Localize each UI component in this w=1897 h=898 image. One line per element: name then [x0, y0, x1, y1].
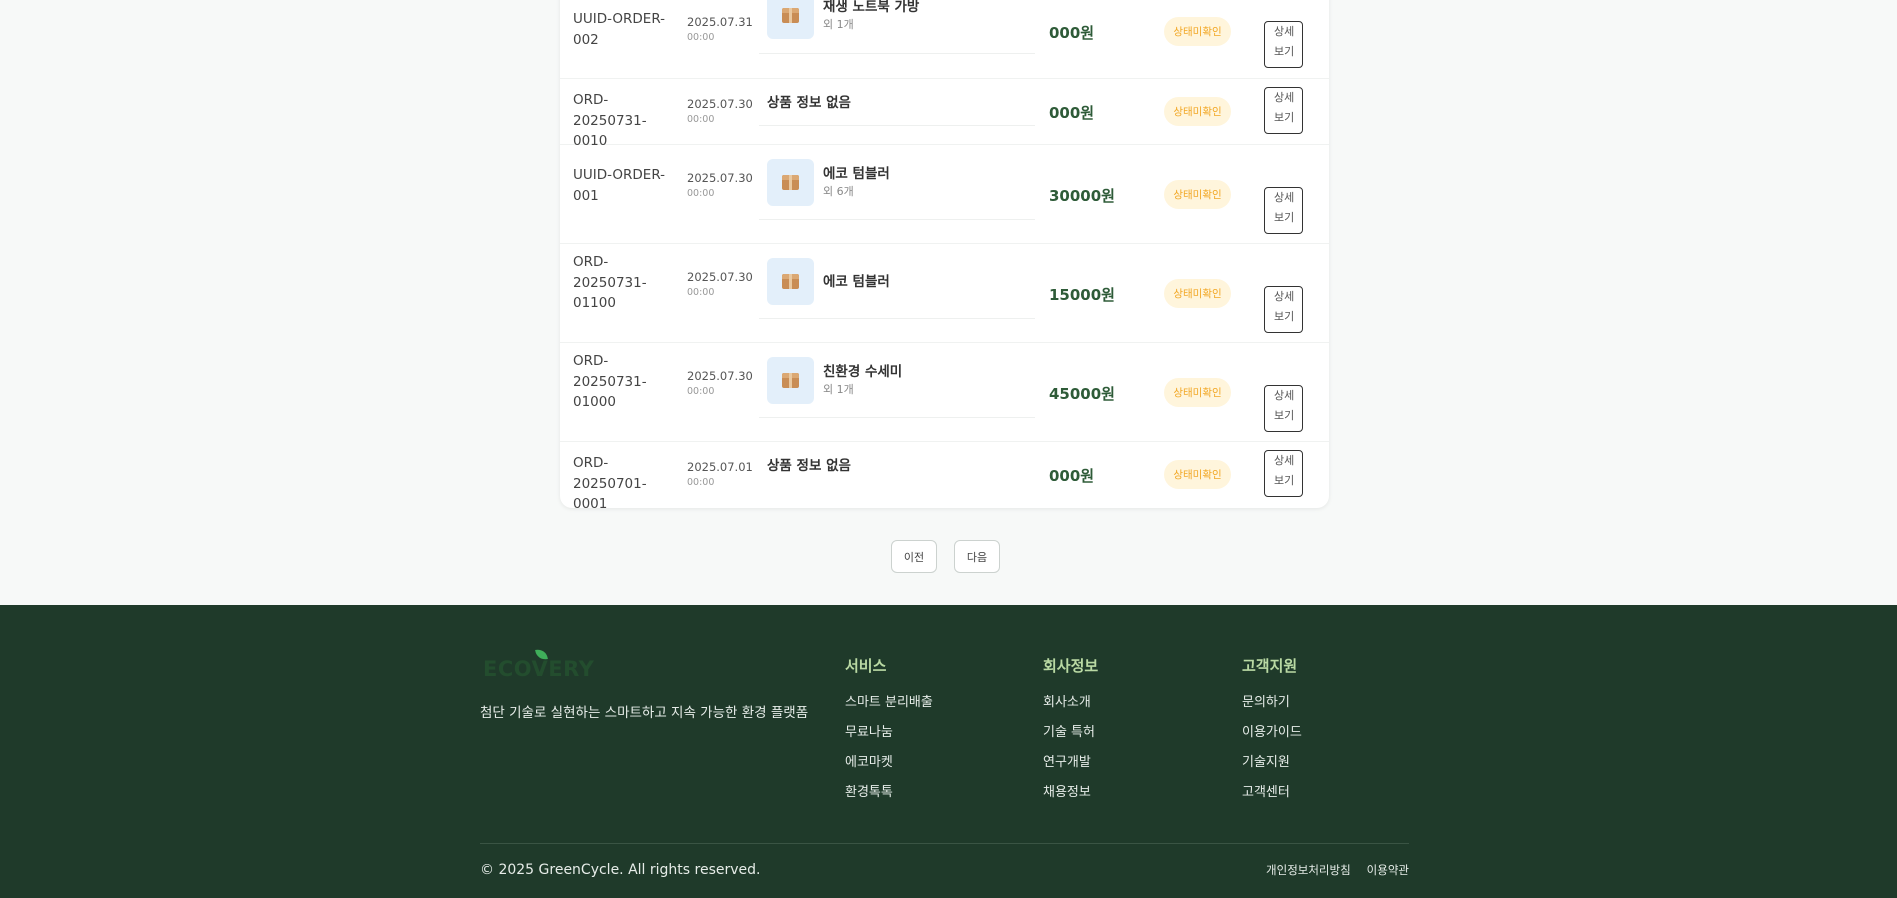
footer-tagline: 첨단 기술로 실현하는 스마트하고 지속 가능한 환경 플랫폼	[480, 705, 809, 721]
status-badge: 상태미확인	[1164, 180, 1231, 209]
detail-button[interactable]: 상세보기	[1264, 21, 1303, 68]
order-date: 2025.07.30 00:00	[687, 270, 753, 298]
detail-button[interactable]: 상세보기	[1264, 187, 1303, 234]
footer-column-company: 회사정보 회사소개 기술 특허 연구개발 채용정보	[1043, 655, 1098, 811]
order-id: ORD-20250731-01100	[573, 254, 647, 311]
product-name: 친환경 수세미	[823, 363, 903, 380]
privacy-policy-link[interactable]: 개인정보처리방침	[1266, 862, 1351, 878]
product-name: 상품 정보 없음	[767, 458, 851, 474]
order-amount: 000원	[1049, 467, 1095, 485]
product-name: 에코 텀블러	[823, 273, 890, 290]
order-amount: 000원	[1049, 104, 1095, 122]
footer-link[interactable]: 연구개발	[1043, 751, 1098, 781]
order-id: ORD-20250701-0001	[573, 455, 647, 508]
order-amount: 15000원	[1049, 286, 1115, 304]
footer-column-support: 고객지원 문의하기 이용가이드 기술지원 고객센터	[1242, 655, 1302, 811]
order-id: ORD-20250731-01000	[573, 353, 647, 410]
order-date: 2025.07.30 00:00	[687, 97, 753, 125]
order-date: 2025.07.30 00:00	[687, 369, 753, 397]
footer-link[interactable]: 무료나눔	[845, 721, 933, 751]
site-footer: ECOVERY 첨단 기술로 실현하는 스마트하고 지속 가능한 환경 플랫폼 …	[0, 605, 1897, 898]
order-id: UUID-ORDER-002	[573, 11, 666, 48]
footer-link[interactable]: 회사소개	[1043, 691, 1098, 721]
package-icon	[767, 159, 814, 206]
table-row: ORD-20250701-0001 2025.07.01 00:00 상품 정보…	[560, 442, 1329, 508]
footer-divider	[480, 843, 1409, 844]
footer-column-title: 고객지원	[1242, 657, 1298, 675]
status-badge: 상태미확인	[1164, 279, 1231, 308]
footer-logo[interactable]: ECOVERY	[483, 648, 594, 681]
table-row: ORD-20250731-01100 2025.07.30 00:00 에코 텀…	[560, 244, 1329, 343]
order-id: ORD-20250731-0010	[573, 92, 647, 149]
footer-link[interactable]: 이용가이드	[1242, 721, 1302, 751]
product-extra: 외 1개	[823, 382, 854, 396]
footer-column-title: 회사정보	[1043, 657, 1099, 675]
footer-link[interactable]: 스마트 분리배출	[845, 691, 933, 721]
pagination: 이전 다음	[891, 540, 1000, 573]
next-page-button[interactable]: 다음	[954, 540, 1000, 573]
footer-link[interactable]: 고객센터	[1242, 781, 1302, 811]
footer-link[interactable]: 채용정보	[1043, 781, 1098, 811]
footer-column-title: 서비스	[845, 657, 887, 675]
status-badge: 상태미확인	[1164, 460, 1231, 489]
table-row: ORD-20250731-01000 2025.07.30 00:00 친환경 …	[560, 343, 1329, 442]
prev-page-button[interactable]: 이전	[891, 540, 937, 573]
package-icon	[767, 258, 814, 305]
detail-button[interactable]: 상세보기	[1264, 286, 1303, 333]
status-badge: 상태미확인	[1164, 378, 1231, 407]
product-extra: 외 1개	[823, 17, 854, 31]
footer-link[interactable]: 기술지원	[1242, 751, 1302, 781]
orders-table: UUID-ORDER-002 2025.07.31 00:00 재생 노트북 가…	[560, 0, 1329, 508]
footer-link[interactable]: 환경톡톡	[845, 781, 933, 811]
detail-button[interactable]: 상세보기	[1264, 450, 1303, 497]
order-id: UUID-ORDER-001	[573, 167, 666, 204]
order-amount: 45000원	[1049, 385, 1115, 403]
product-extra: 외 6개	[823, 184, 854, 198]
package-icon	[767, 0, 814, 39]
order-date: 2025.07.30 00:00	[687, 171, 753, 199]
package-icon	[767, 357, 814, 404]
footer-column-services: 서비스 스마트 분리배출 무료나눔 에코마켓 환경톡톡	[845, 655, 933, 811]
product-name: 재생 노트북 가방	[823, 0, 920, 15]
order-amount: 30000원	[1049, 187, 1115, 205]
table-row: UUID-ORDER-001 2025.07.30 00:00 에코 텀블러 외…	[560, 145, 1329, 244]
order-amount: 000원	[1049, 24, 1095, 42]
order-date: 2025.07.31 00:00	[687, 15, 753, 43]
detail-button[interactable]: 상세보기	[1264, 87, 1303, 134]
terms-link[interactable]: 이용약관	[1367, 862, 1409, 878]
table-row: ORD-20250731-0010 2025.07.30 00:00 상품 정보…	[560, 79, 1329, 149]
detail-button[interactable]: 상세보기	[1264, 385, 1303, 432]
footer-link[interactable]: 문의하기	[1242, 691, 1302, 721]
footer-legal-links: 개인정보처리방침 이용약관	[1266, 862, 1409, 878]
product-name: 상품 정보 없음	[767, 95, 851, 111]
status-badge: 상태미확인	[1164, 17, 1231, 46]
status-badge: 상태미확인	[1164, 97, 1231, 126]
order-date: 2025.07.01 00:00	[687, 460, 753, 488]
table-row: UUID-ORDER-002 2025.07.31 00:00 재생 노트북 가…	[560, 0, 1329, 79]
product-name: 에코 텀블러	[823, 165, 890, 182]
footer-link[interactable]: 에코마켓	[845, 751, 933, 781]
footer-link[interactable]: 기술 특허	[1043, 721, 1098, 751]
footer-copyright: © 2025 GreenCycle. All rights reserved.	[480, 862, 761, 878]
